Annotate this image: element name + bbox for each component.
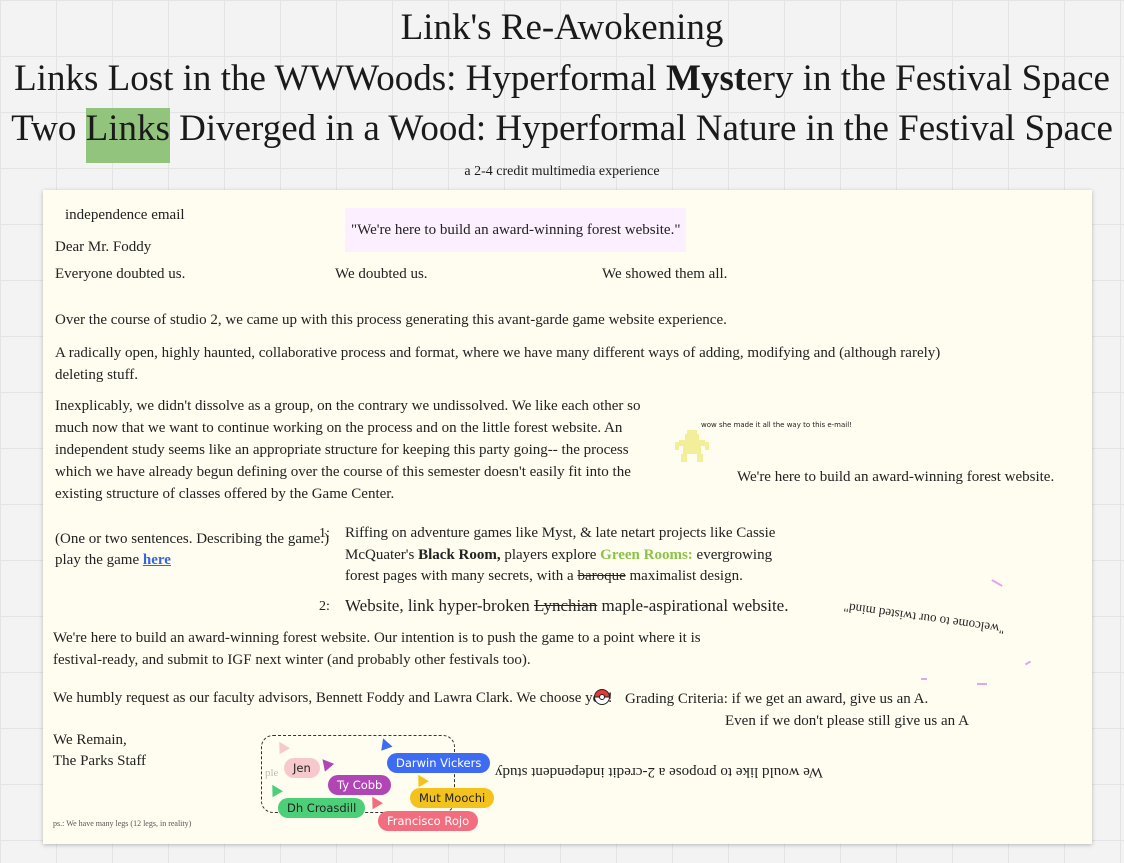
play-game-line: play the game here: [55, 552, 171, 568]
postscript: ps.: We have many legs (12 legs, in real…: [53, 819, 192, 828]
title-line-1: Link's Re-Awokening: [400, 7, 724, 48]
doubt-text-3: We showed them all.: [602, 266, 728, 282]
greeting: Dear Mr. Foddy: [55, 239, 152, 255]
upside-down-proposal: We would like to propose a 2-credit inde…: [495, 764, 823, 780]
decor-dash: [1024, 660, 1032, 666]
collaborator-pill-mut-moochi[interactable]: Mut Moochi: [410, 788, 495, 808]
pokeball-icon[interactable]: [594, 689, 610, 705]
title-line-2: Links Lost in the WWWoods: Hyperformal M…: [14, 58, 1110, 99]
side-repeat-text: We're here to build an award-winning for…: [737, 469, 1055, 485]
decor-dash: [977, 683, 987, 685]
list-item-1-line-1: Riffing on adventure games like Myst, & …: [345, 525, 776, 541]
list-item-1-line-2: McQuater's Black Room, players explore G…: [345, 547, 773, 563]
paragraph-3-line-4: which we have already begun defining ove…: [55, 464, 631, 480]
signoff-line-1: We Remain,: [53, 732, 127, 748]
play-game-link[interactable]: here: [143, 552, 171, 568]
paragraph-3-line-2: much now that we want to continue workin…: [55, 420, 623, 436]
collaborator-pill-jen[interactable]: Jen: [284, 758, 320, 778]
collaborator-pill-darwin-vickers[interactable]: Darwin Vickers: [387, 753, 491, 773]
upside-down-welcome: "welcome to our twisted mind": [842, 599, 1006, 638]
signoff-line-2: The Parks Staff: [53, 753, 147, 769]
black-room-text: Black Room,: [418, 547, 501, 563]
title-line-3: Two Links Diverged in a Wood: Hyperforma…: [0, 107, 1124, 163]
paragraph-3-line-3: independent study seems like an appropri…: [55, 442, 629, 458]
list-item-1-line-3: forest pages with many secrets, with a b…: [345, 568, 743, 584]
describe-game-text: (One or two sentences. Describing the ga…: [55, 531, 330, 547]
intention-line-1: We're here to build an award-winning for…: [53, 630, 701, 646]
intention-line-2: festival-ready, and submit to IGF next w…: [53, 652, 531, 668]
highlighted-links-word: Links: [85, 108, 170, 163]
pixel-sprite-icon[interactable]: [675, 430, 709, 466]
collaborator-pill-dh-croasdill[interactable]: Dh Croasdill: [278, 798, 366, 818]
collaborator-pill-ty-cobb[interactable]: Ty Cobb: [328, 775, 392, 795]
paragraph-2-line-1: A radically open, highly haunted, collab…: [55, 345, 941, 361]
grading-criteria-2: Even if we don't please still give us an…: [725, 713, 969, 729]
green-rooms-text: Green Rooms:: [600, 547, 693, 563]
subtitle: a 2-4 credit multimedia experience: [464, 164, 660, 179]
faint-text: ple: [265, 767, 279, 779]
paragraph-1: Over the course of studio 2, we came up …: [55, 312, 727, 328]
doubt-text-1: Everyone doubted us.: [55, 266, 186, 282]
pull-quote: "We're here to build an award-winning fo…: [345, 208, 687, 252]
email-card: independence email "We're here to build …: [43, 190, 1092, 844]
list-number-1: 1:: [319, 526, 330, 541]
list-number-2: 2:: [319, 599, 330, 614]
list-item-2: Website, link hyper-broken Lynchian mapl…: [345, 596, 789, 615]
tiny-note: wow she made it all the way to this e-ma…: [701, 421, 852, 429]
paragraph-3-line-5: existing structure of classes offered by…: [55, 486, 395, 502]
grading-criteria-1: Grading Criteria: if we get an award, gi…: [625, 691, 929, 707]
decor-dash: [921, 678, 927, 680]
decor-dash: [991, 579, 1003, 587]
email-heading: independence email: [65, 207, 185, 223]
advisor-request: We humbly request as our faculty advisor…: [53, 690, 613, 706]
paragraph-2-line-2: deleting stuff.: [55, 367, 139, 383]
collaborator-pill-francisco-rojo[interactable]: Francisco Rojo: [378, 811, 479, 831]
paragraph-3-line-1: Inexplicably, we didn't dissolve as a gr…: [55, 398, 641, 414]
doubt-text-2: We doubted us.: [335, 266, 428, 282]
